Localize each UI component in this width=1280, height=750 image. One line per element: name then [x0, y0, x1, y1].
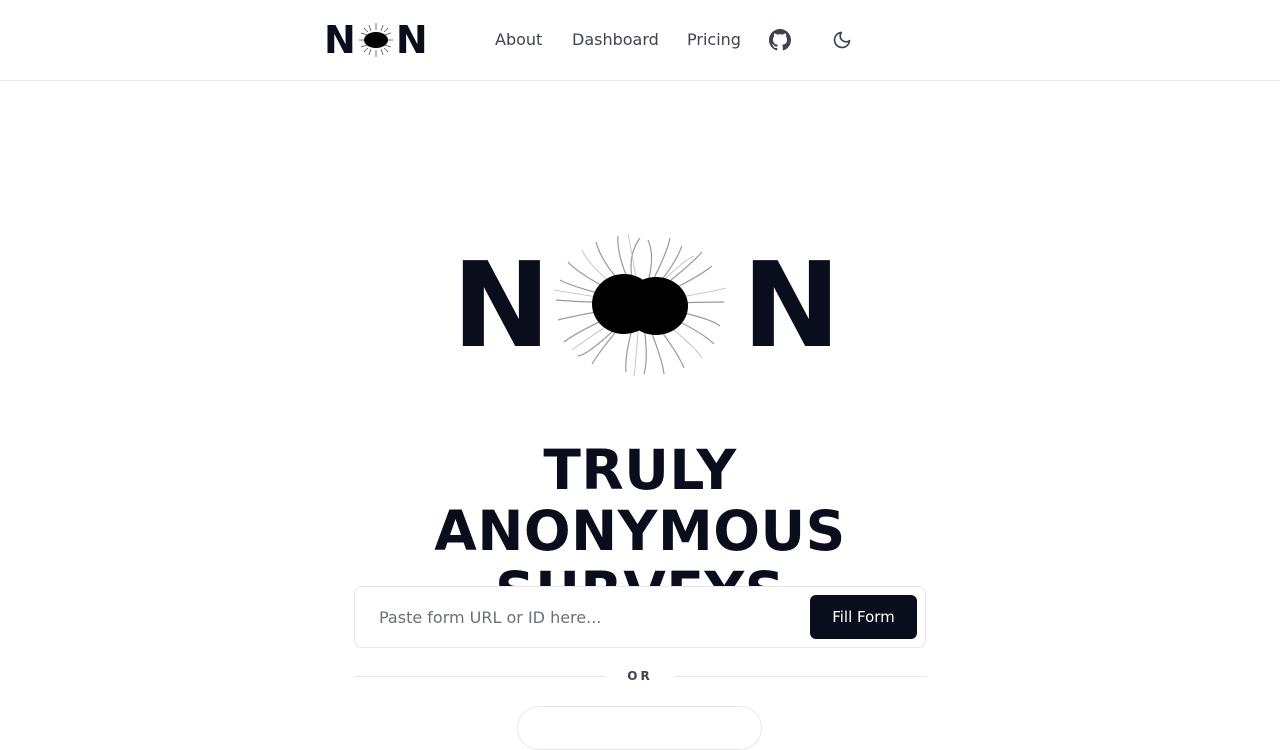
logo-letter-left: N — [324, 18, 356, 62]
github-icon[interactable] — [768, 28, 792, 52]
divider-line-left — [354, 676, 605, 677]
form-url-input[interactable] — [367, 597, 807, 637]
hero-eclipse-icon — [553, 233, 727, 377]
secondary-action-button[interactable] — [517, 706, 762, 750]
or-divider: OR — [354, 668, 927, 686]
logo-letter-right: N — [395, 18, 428, 62]
logo[interactable]: N N — [324, 20, 428, 60]
nav-link-dashboard[interactable]: Dashboard — [572, 29, 659, 51]
fill-form-button[interactable]: Fill Form — [810, 595, 917, 639]
hero-logo-letter-right: N — [742, 236, 841, 374]
nav-link-about[interactable]: About — [495, 29, 542, 51]
nav-link-pricing[interactable]: Pricing — [687, 29, 741, 51]
eclipse-logo-icon — [358, 23, 393, 57]
headline-line-1: TRULY ANONYMOUS — [434, 438, 846, 563]
divider-line-right — [675, 676, 927, 677]
site-header: N N About Dashboard Pricing — [0, 0, 1280, 81]
form-url-box: Fill Form — [354, 586, 926, 648]
moon-icon[interactable] — [830, 28, 854, 52]
or-label: OR — [627, 669, 653, 683]
hero-logo-letter-left: N — [452, 236, 551, 374]
